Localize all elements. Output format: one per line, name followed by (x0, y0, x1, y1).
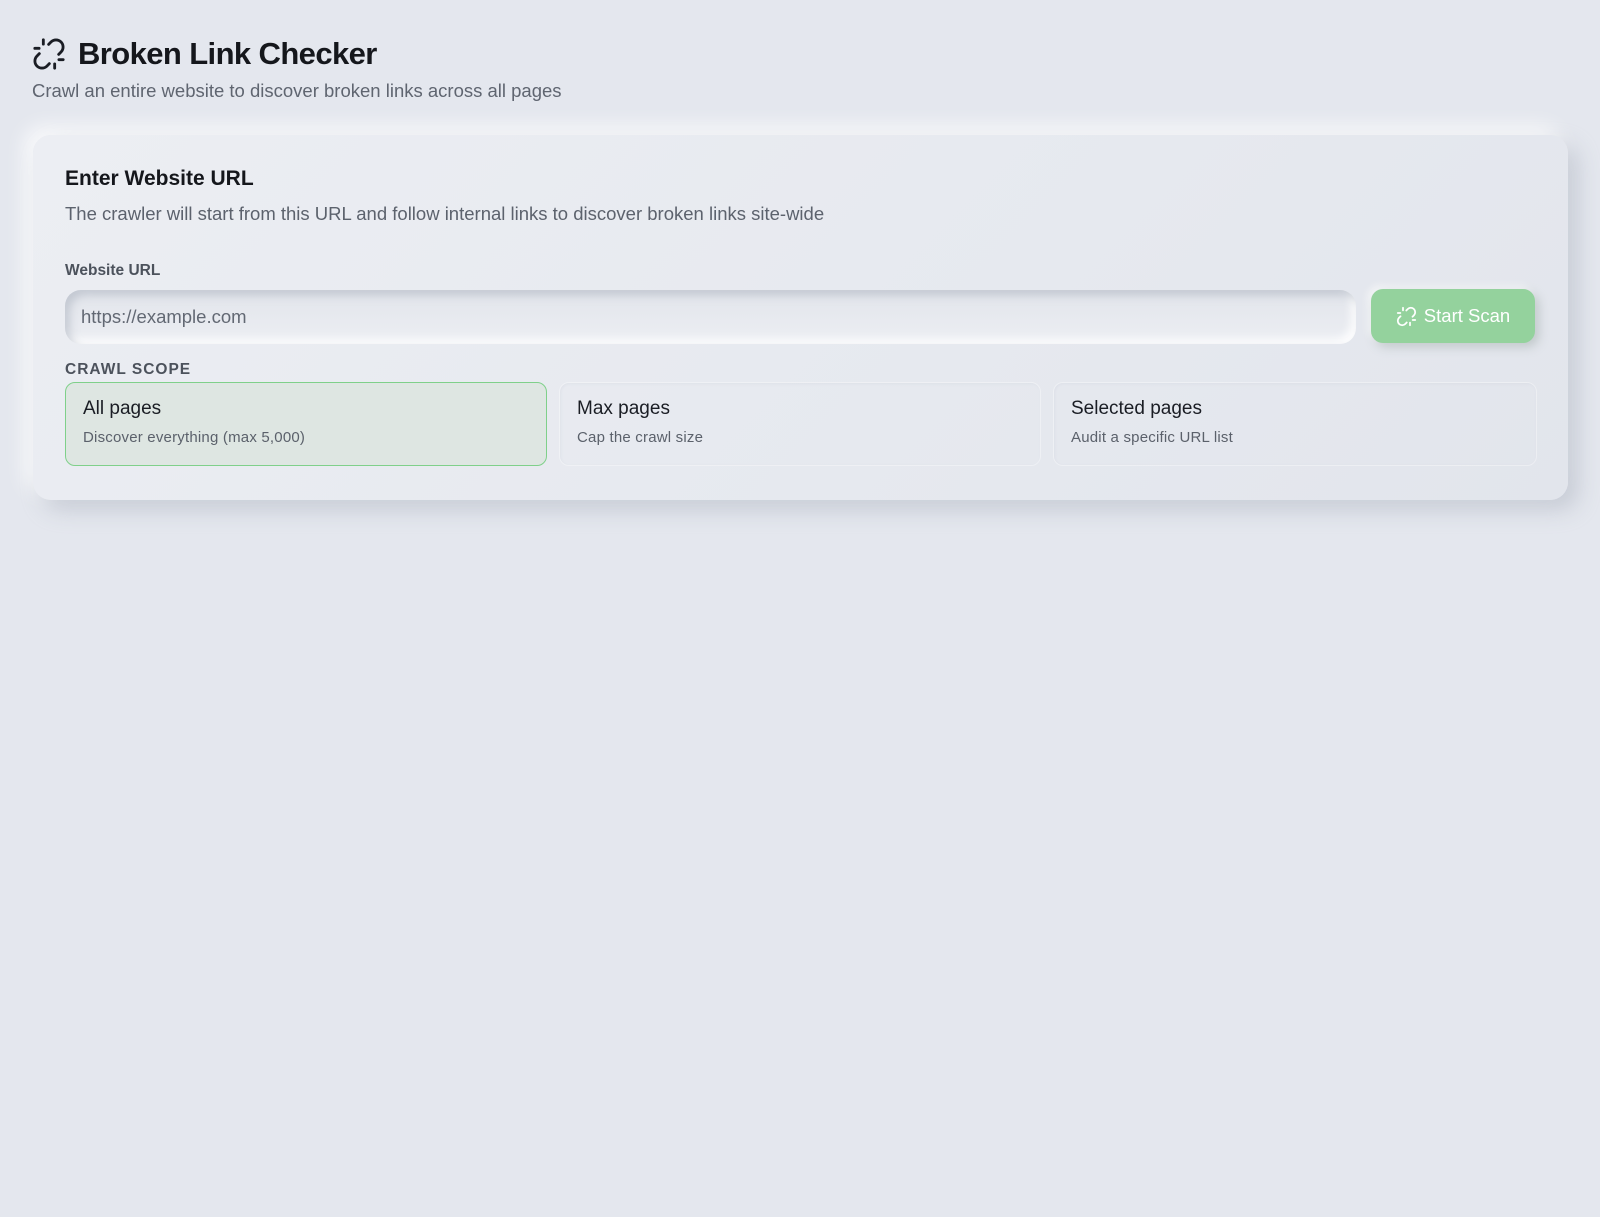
header: Broken Link Checker Crawl an entire webs… (32, 36, 562, 102)
page-subtitle: Crawl an entire website to discover brok… (32, 80, 562, 101)
website-url-input[interactable] (65, 290, 1356, 344)
scope-option-max-pages[interactable]: Max pages Cap the crawl size (559, 382, 1041, 466)
scope-option-title: Selected pages (1071, 398, 1202, 419)
scope-option-description: Cap the crawl size (577, 429, 704, 446)
title-row: Broken Link Checker (32, 36, 562, 72)
website-url-label: Website URL (65, 262, 161, 279)
page-title: Broken Link Checker (78, 36, 377, 71)
scope-option-selected-pages[interactable]: Selected pages Audit a specific URL list (1053, 382, 1537, 466)
url-card: Enter Website URL The crawler will start… (33, 135, 1568, 500)
crawl-scope-options: All pages Discover everything (max 5,000… (65, 382, 1537, 466)
scope-option-all-pages[interactable]: All pages Discover everything (max 5,000… (65, 382, 547, 466)
broken-link-icon (32, 37, 66, 71)
scope-option-title: All pages (83, 398, 162, 419)
scope-option-description: Audit a specific URL list (1071, 429, 1234, 446)
start-scan-button[interactable]: Start Scan (1371, 289, 1535, 343)
scope-option-title: Max pages (577, 398, 670, 419)
card-description: The crawler will start from this URL and… (65, 203, 825, 224)
crawl-scope-label: CRAWL SCOPE (65, 361, 192, 378)
start-scan-label: Start Scan (1423, 305, 1511, 326)
scope-option-description: Discover everything (max 5,000) (83, 429, 306, 446)
card-title: Enter Website URL (65, 167, 254, 190)
broken-link-icon (1396, 306, 1417, 327)
page: Broken Link Checker Crawl an entire webs… (0, 0, 1600, 1217)
